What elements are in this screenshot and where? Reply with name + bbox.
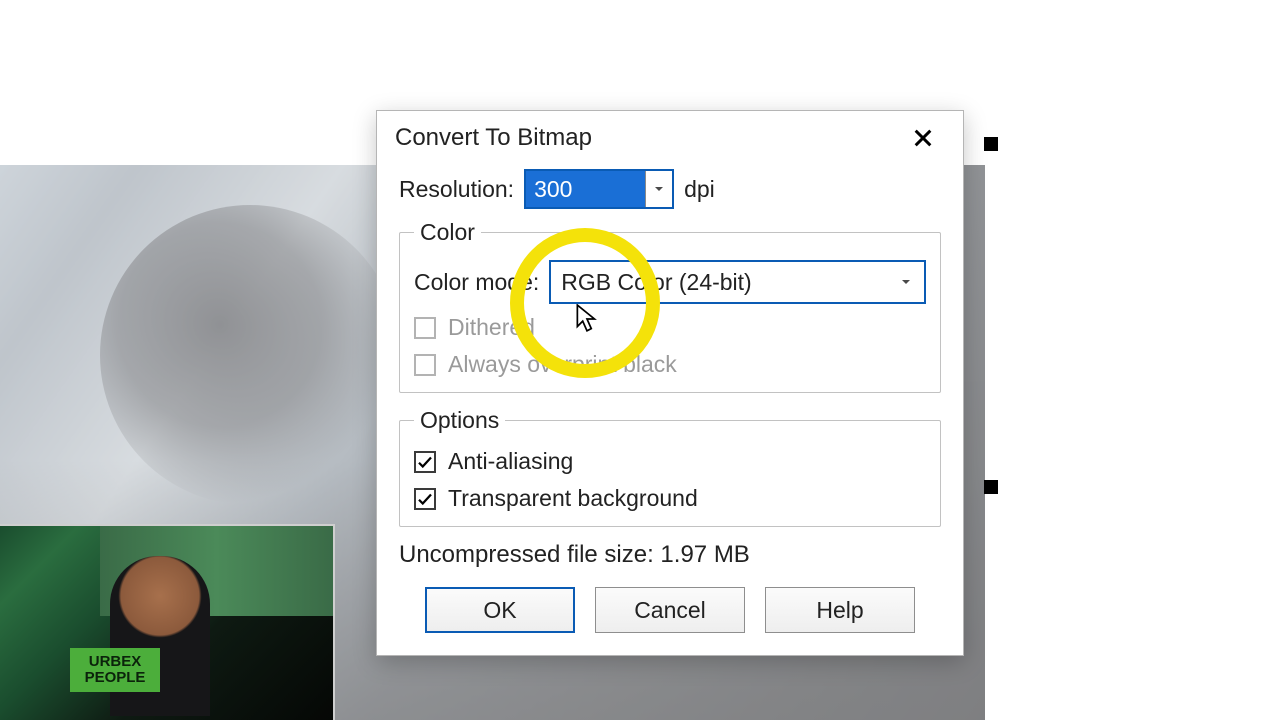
resolution-row: Resolution: dpi: [399, 169, 941, 209]
color-mode-value: RGB Color (24-bit): [561, 269, 751, 296]
antialias-checkbox[interactable]: [414, 451, 436, 473]
dithered-checkbox: [414, 317, 436, 339]
resolution-unit: dpi: [684, 176, 715, 203]
help-button[interactable]: Help: [765, 587, 915, 633]
resolution-input[interactable]: [526, 171, 645, 207]
dithered-label: Dithered: [448, 314, 535, 341]
color-mode-combo[interactable]: RGB Color (24-bit): [549, 260, 926, 304]
close-button[interactable]: [901, 116, 945, 160]
transparent-checkbox[interactable]: [414, 488, 436, 510]
transparent-label: Transparent background: [448, 485, 698, 512]
webcam-sticker: URBEX PEOPLE: [70, 648, 160, 692]
filesize-text: Uncompressed file size: 1.97 MB: [399, 541, 941, 569]
color-group: Color Color mode: RGB Color (24-bit) Dit…: [399, 219, 941, 393]
antialias-row: Anti-aliasing: [414, 448, 926, 475]
close-icon: [912, 127, 934, 149]
ok-button[interactable]: OK: [425, 587, 575, 633]
convert-to-bitmap-dialog: Convert To Bitmap Resolution: dpi Color …: [376, 110, 964, 656]
color-mode-label: Color mode:: [414, 269, 539, 296]
webcam-overlay: URBEX PEOPLE: [0, 524, 335, 720]
overprint-label: Always overprint black: [448, 351, 677, 378]
transparent-row: Transparent background: [414, 485, 926, 512]
dialog-title: Convert To Bitmap: [395, 124, 592, 152]
options-group-legend: Options: [414, 407, 505, 434]
resolution-combo[interactable]: [524, 169, 674, 209]
antialias-label: Anti-aliasing: [448, 448, 573, 475]
overprint-row: Always overprint black: [414, 351, 926, 378]
cancel-button[interactable]: Cancel: [595, 587, 745, 633]
dialog-titlebar[interactable]: Convert To Bitmap: [377, 111, 963, 165]
webcam-person: [110, 556, 210, 716]
dialog-body: Resolution: dpi Color Color mode: RGB Co…: [377, 165, 963, 655]
chevron-down-icon: [898, 269, 914, 296]
selection-handle[interactable]: [984, 480, 998, 494]
resolution-label: Resolution:: [399, 176, 514, 203]
options-group: Options Anti-aliasing Transparent backgr…: [399, 407, 941, 527]
dialog-button-row: OK Cancel Help: [399, 587, 941, 633]
color-group-legend: Color: [414, 219, 481, 246]
color-mode-row: Color mode: RGB Color (24-bit): [414, 260, 926, 304]
dithered-row: Dithered: [414, 314, 926, 341]
chevron-down-icon[interactable]: [645, 171, 672, 207]
overprint-checkbox: [414, 354, 436, 376]
selection-handle[interactable]: [984, 137, 998, 151]
